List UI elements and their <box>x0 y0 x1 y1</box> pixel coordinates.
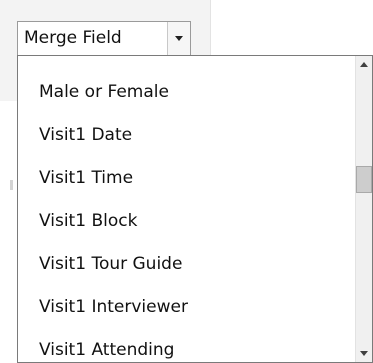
scrollbar-thumb[interactable] <box>356 166 372 193</box>
arrow-down-icon <box>360 351 368 356</box>
list-item-visit1-block[interactable]: Visit1 Block <box>18 200 355 243</box>
list-item-visit1-attending[interactable]: Visit1 Attending <box>18 329 355 362</box>
scroll-up-button[interactable] <box>356 56 372 73</box>
vertical-scrollbar[interactable] <box>355 56 372 362</box>
combobox-dropdown-button[interactable] <box>167 22 190 55</box>
merge-field-combobox[interactable]: Merge Field <box>17 21 191 56</box>
list-item-visit1-time[interactable]: Visit1 Time <box>18 157 355 200</box>
list-item-visit1-date[interactable]: Visit1 Date <box>18 114 355 157</box>
merge-field-dropdown-list: Male or Female Visit1 Date Visit1 Time V… <box>17 55 373 363</box>
background-marker <box>10 180 13 190</box>
list-item-male-or-female[interactable]: Male or Female <box>18 71 355 114</box>
chevron-down-icon <box>175 36 183 41</box>
scroll-down-button[interactable] <box>356 345 372 362</box>
list-item-visit1-tour-guide[interactable]: Visit1 Tour Guide <box>18 243 355 286</box>
merge-field-dropdown-screen: Merge Field Male or Female Visit1 Date V… <box>0 0 373 363</box>
background-panel <box>0 61 18 101</box>
dropdown-list-items: Male or Female Visit1 Date Visit1 Time V… <box>18 56 355 362</box>
list-item-visit1-interviewer[interactable]: Visit1 Interviewer <box>18 286 355 329</box>
arrow-up-icon <box>360 62 368 67</box>
merge-field-combobox-value: Merge Field <box>24 28 122 48</box>
